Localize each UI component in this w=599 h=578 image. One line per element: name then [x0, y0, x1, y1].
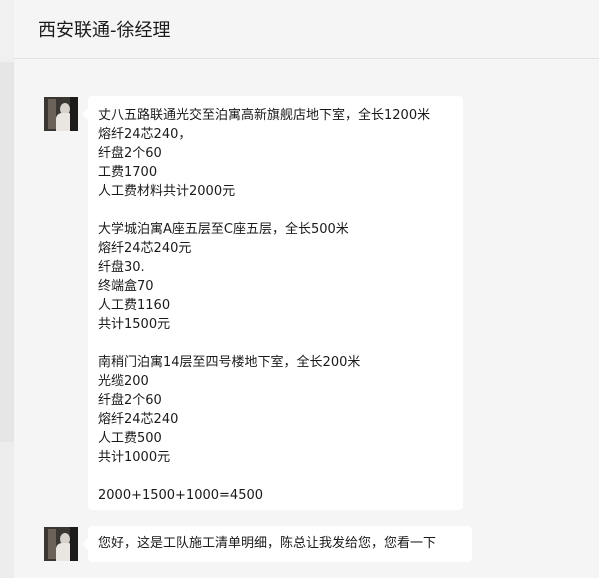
chat-title: 西安联通-徐经理 — [38, 20, 171, 41]
message-bubble[interactable]: 您好，这是工队施工清单明细，陈总让我发给您，您看一下 — [82, 526, 472, 562]
message-text: 您好，这是工队施工清单明细，陈总让我发给您，您看一下 — [98, 536, 437, 551]
message-line: 丈八五路联通光交至泊寓高新旗舰店地下室，全长1200米 — [98, 108, 431, 123]
message-line: 光缆200 — [98, 374, 149, 389]
bubble-caret — [82, 538, 88, 550]
message-line: 人工费1160 — [98, 298, 171, 313]
message-line: 纤盘2个60 — [98, 393, 162, 408]
message-line: 熔纤24芯240， — [98, 127, 192, 142]
chat-message-list[interactable]: 丈八五路联通光交至泊寓高新旗舰店地下室，全长1200米 熔纤24芯240， 纤盘… — [14, 59, 599, 578]
sidebar-segment — [0, 0, 14, 62]
message-bubble[interactable]: 丈八五路联通光交至泊寓高新旗舰店地下室，全长1200米 熔纤24芯240， 纤盘… — [82, 96, 463, 510]
message-line: 2000+1500+1000=4500 — [98, 488, 264, 503]
message-line: 人工费材料共计2000元 — [98, 184, 236, 199]
left-sidebar-strip — [0, 0, 14, 578]
contact-avatar[interactable] — [44, 527, 78, 561]
message-line: 共计1000元 — [98, 450, 171, 465]
message-line: 人工费500 — [98, 431, 162, 446]
message-line: 工费1700 — [98, 165, 158, 180]
sidebar-segment — [0, 62, 14, 442]
message-line: 熔纤24芯240元 — [98, 241, 192, 256]
message-line: 终端盒70 — [98, 279, 154, 294]
message-line: 南稍门泊寓14层至四号楼地下室，全长200米 — [98, 355, 361, 370]
message-line: 共计1500元 — [98, 317, 171, 332]
sidebar-segment — [0, 442, 14, 578]
bubble-caret — [82, 108, 88, 120]
message-line: 大学城泊寓A座五层至C座五层，全长500米 — [98, 222, 349, 237]
message-line: 纤盘30. — [98, 260, 145, 275]
chat-header: 西安联通-徐经理 — [14, 0, 599, 59]
contact-avatar[interactable] — [44, 97, 78, 131]
message-line: 纤盘2个60 — [98, 146, 162, 161]
message-line: 熔纤24芯240 — [98, 412, 179, 427]
